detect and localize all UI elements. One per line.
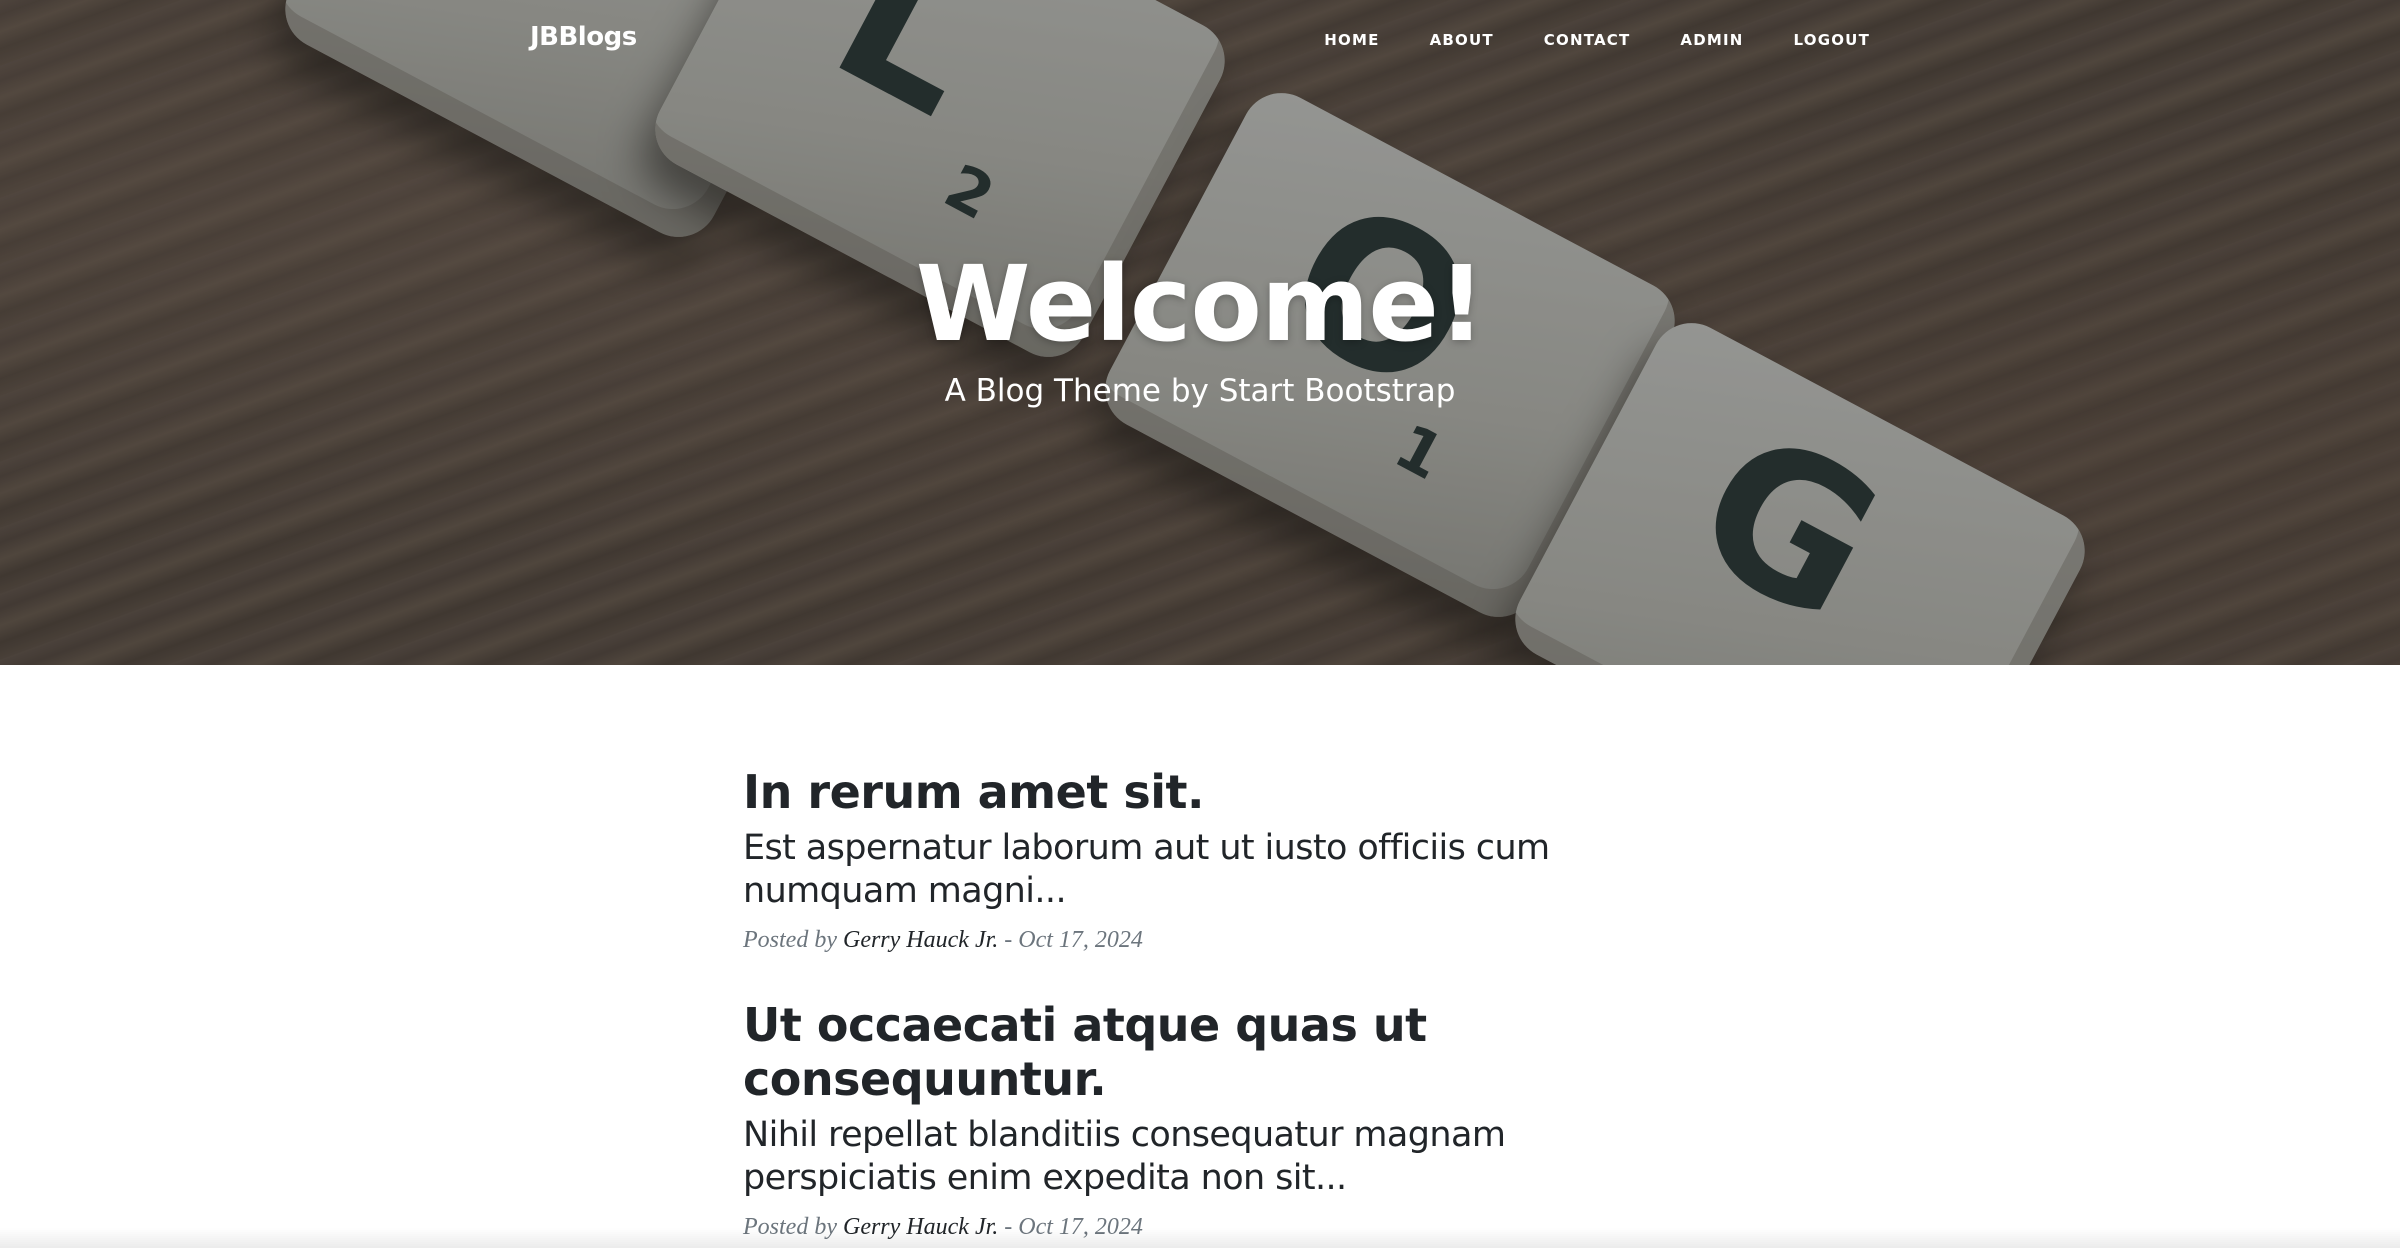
page-header: L 2 O 1 G JBBlogs Home About Contact Adm… — [0, 0, 2400, 665]
posts-list: In rerum amet sit. Est aspernatur laboru… — [0, 665, 2400, 1248]
nav-link-about[interactable]: About — [1405, 31, 1519, 49]
post-subtitle-link[interactable]: Est aspernatur laborum aut ut iusto offi… — [743, 827, 1663, 913]
post-meta: Posted by Gerry Hauck Jr. - Oct 17, 2024 — [743, 927, 1663, 954]
post-preview: Ut occaecati atque quas ut consequuntur.… — [743, 998, 1663, 1241]
nav-links: Home About Contact Admin Logout — [1299, 31, 1870, 49]
meta-separator: - — [998, 927, 1019, 953]
post-preview: In rerum amet sit. Est aspernatur laboru… — [743, 765, 1663, 954]
bottom-shadow — [0, 1228, 2400, 1248]
hero-title: Welcome! — [915, 243, 1486, 365]
main-navbar: JBBlogs Home About Contact Admin Logout — [0, 0, 2400, 82]
site-heading: Welcome! A Blog Theme by Start Bootstrap — [0, 243, 2400, 410]
nav-link-admin[interactable]: Admin — [1655, 31, 1768, 49]
posted-by-label: Posted by — [743, 927, 837, 953]
post-author-link[interactable]: Gerry Hauck Jr. — [843, 927, 998, 953]
post-date: Oct 17, 2024 — [1018, 927, 1143, 953]
post-title-link[interactable]: Ut occaecati atque quas ut consequuntur. — [743, 998, 1663, 1106]
post-title-link[interactable]: In rerum amet sit. — [743, 765, 1663, 819]
nav-link-contact[interactable]: Contact — [1519, 31, 1656, 49]
nav-link-home[interactable]: Home — [1299, 31, 1404, 49]
nav-link-logout[interactable]: Logout — [1769, 31, 1870, 49]
post-subtitle-link[interactable]: Nihil repellat blanditiis consequatur ma… — [743, 1114, 1663, 1200]
brand-link[interactable]: JBBlogs — [530, 22, 637, 52]
hero-subtitle: A Blog Theme by Start Bootstrap — [944, 373, 1456, 410]
